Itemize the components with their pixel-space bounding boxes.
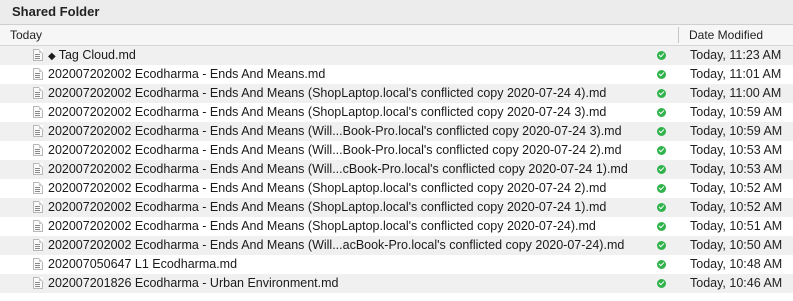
file-name: 202007202002 Ecodharma - Ends And Means … [48,105,607,119]
date-modified: Today, 11:00 AM [690,86,782,100]
column-divider[interactable] [678,27,679,43]
synced-check-icon [657,279,666,288]
file-row[interactable]: 202007202002 Ecodharma - Ends And Means … [0,160,793,179]
markdown-file-icon [33,239,43,251]
file-row[interactable]: ◆ Tag Cloud.md Today, 11:23 AM [0,46,793,65]
synced-check-icon [657,203,666,212]
synced-check-icon [657,108,666,117]
file-row[interactable]: 202007202002 Ecodharma - Ends And Means … [0,84,793,103]
file-name: 202007050647 L1 Ecodharma.md [48,257,238,271]
window-title: Shared Folder [0,0,793,25]
markdown-file-icon [33,49,43,61]
date-modified: Today, 10:46 AM [690,276,783,290]
date-modified: Today, 10:51 AM [690,219,783,233]
file-name: 202007202002 Ecodharma - Ends And Means … [48,238,625,252]
date-modified: Today, 10:52 AM [690,200,783,214]
date-modified: Today, 10:53 AM [690,162,783,176]
file-row[interactable]: 202007202002 Ecodharma - Ends And Means … [0,198,793,217]
date-modified: Today, 10:48 AM [690,257,783,271]
synced-check-icon [657,70,666,79]
synced-check-icon [657,127,666,136]
markdown-file-icon [33,144,43,156]
file-row[interactable]: 202007202002 Ecodharma - Ends And Means … [0,179,793,198]
file-name: 202007202002 Ecodharma - Ends And Means … [48,162,628,176]
synced-check-icon [657,89,666,98]
file-name: 202007202002 Ecodharma - Ends And Means … [48,181,607,195]
date-modified: Today, 11:01 AM [690,67,782,81]
markdown-file-icon [33,87,43,99]
date-modified: Today, 10:50 AM [690,238,783,252]
date-modified: Today, 11:23 AM [690,48,782,62]
file-name: 202007202002 Ecodharma - Ends And Means … [48,219,596,233]
markdown-file-icon [33,258,43,270]
date-modified: Today, 10:53 AM [690,143,783,157]
date-modified: Today, 10:59 AM [690,105,783,119]
file-row[interactable]: 202007202002 Ecodharma - Ends And Means … [0,141,793,160]
synced-check-icon [657,146,666,155]
synced-check-icon [657,184,666,193]
synced-check-icon [657,51,666,60]
tag-diamond-icon: ◆ [48,51,56,62]
file-name: 202007202002 Ecodharma - Ends And Means … [48,143,622,157]
markdown-file-icon [33,163,43,175]
finder-window: Shared Folder Today Date Modified ◆ Tag C… [0,0,793,301]
synced-check-icon [657,165,666,174]
markdown-file-icon [33,68,43,80]
file-name: 202007202002 Ecodharma - Ends And Means.… [48,67,326,81]
file-row[interactable]: 202007202002 Ecodharma - Ends And Means … [0,103,793,122]
markdown-file-icon [33,182,43,194]
file-name: 202007202002 Ecodharma - Ends And Means … [48,86,607,100]
column-header-row: Today Date Modified [0,25,793,46]
column-header-date-modified[interactable]: Date Modified [689,25,763,45]
markdown-file-icon [33,125,43,137]
file-row[interactable]: 202007202002 Ecodharma - Ends And Means … [0,217,793,236]
group-header-today[interactable]: Today [10,25,42,45]
date-modified: Today, 10:59 AM [690,124,783,138]
file-name: 202007202002 Ecodharma - Ends And Means … [48,200,607,214]
file-row[interactable]: 202007050647 L1 Ecodharma.md Today, 10:4… [0,255,793,274]
file-name: 202007202002 Ecodharma - Ends And Means … [48,124,622,138]
date-modified: Today, 10:52 AM [690,181,783,195]
synced-check-icon [657,222,666,231]
markdown-file-icon [33,201,43,213]
file-row[interactable]: 202007202002 Ecodharma - Ends And Means … [0,236,793,255]
markdown-file-icon [33,220,43,232]
markdown-file-icon [33,277,43,289]
file-name-text: Tag Cloud.md [58,48,136,62]
synced-check-icon [657,260,666,269]
file-list: ◆ Tag Cloud.md Today, 11:23 AM 2020072020… [0,46,793,293]
file-row[interactable]: 202007202002 Ecodharma - Ends And Means … [0,122,793,141]
markdown-file-icon [33,106,43,118]
file-name: 202007201826 Ecodharma - Urban Environme… [48,276,339,290]
file-row[interactable]: 202007201826 Ecodharma - Urban Environme… [0,274,793,293]
synced-check-icon [657,241,666,250]
file-row[interactable]: 202007202002 Ecodharma - Ends And Means.… [0,65,793,84]
file-name: ◆ Tag Cloud.md [48,46,136,66]
